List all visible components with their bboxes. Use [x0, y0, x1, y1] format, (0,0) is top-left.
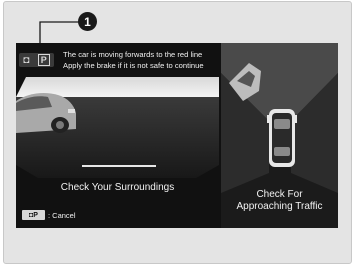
guide-line	[82, 165, 156, 167]
traffic-line-2: Approaching Traffic	[236, 201, 323, 212]
cancel-hint[interactable]: ◘P : Cancel	[22, 210, 76, 220]
rear-camera-view: ◘ P The car is moving forwards to the re…	[16, 43, 219, 228]
top-view: Check For Approaching Traffic	[221, 43, 338, 228]
camera-display: ◘ P The car is moving forwards to the re…	[16, 43, 338, 228]
approaching-traffic-label: Check For Approaching Traffic	[221, 189, 338, 213]
cancel-label: : Cancel	[48, 210, 76, 220]
check-surroundings-label: Check Your Surroundings	[60, 182, 175, 193]
park-indicator: P	[37, 54, 50, 66]
camera-mode-icon: ◘ P	[19, 53, 54, 67]
own-vehicle-icon	[267, 109, 297, 167]
cancel-button-icon[interactable]: ◘P	[22, 210, 45, 220]
camera-icon: ◘	[23, 54, 30, 66]
callout-number: 1	[78, 12, 97, 31]
warning-line-2: Apply the brake if it is not safe to con…	[63, 61, 204, 70]
traffic-line-1: Check For	[256, 189, 303, 200]
warning-message: The car is moving forwards to the red li…	[63, 49, 219, 71]
warning-line-1: The car is moving forwards to the red li…	[63, 50, 203, 59]
